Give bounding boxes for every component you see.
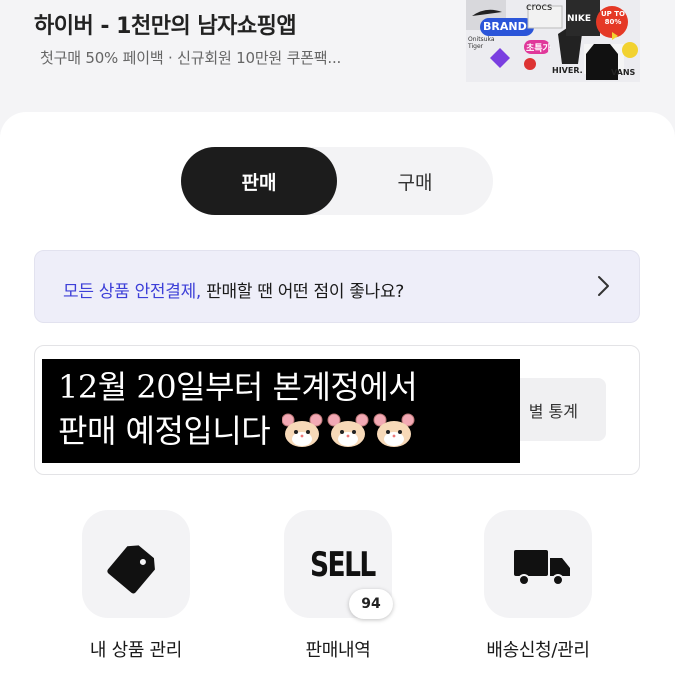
tab-sell[interactable]: 판매 — [181, 147, 337, 215]
my-products-tile[interactable] — [82, 510, 190, 618]
caption-overlay: 12월 20일부터 본계정에서 판매 예정입니다 — [42, 359, 520, 463]
info-question-text: 판매할 땐 어떤 점이 좋나요? — [201, 282, 405, 302]
shipping-tile[interactable] — [484, 510, 592, 618]
safe-payment-info-banner[interactable]: 모든 상품 안전결제, 판매할 땐 어떤 점이 좋나요? — [34, 250, 640, 323]
banner-hiver-text: HIVER. — [552, 66, 583, 75]
truck-icon — [514, 550, 570, 586]
info-banner-text: 모든 상품 안전결제, 판매할 땐 어떤 점이 좋나요? — [63, 277, 404, 302]
ad-title[interactable]: 하이버 - 1천만의 남자쇼핑앱 — [34, 8, 297, 40]
banner-brand-text: BRAND — [483, 20, 527, 33]
caption-line-2: 판매 예정입니다 — [58, 412, 271, 450]
chevron-right-icon — [598, 276, 609, 296]
banner-onitsuka-text: Onitsuka Tiger — [468, 36, 495, 50]
banner-crocs-text: crocs — [526, 2, 553, 13]
caption-line-1: 12월 20일부터 본계정에서 — [58, 368, 418, 406]
hamster-emoji-icon — [281, 413, 415, 447]
banner-nike-text: NIKE — [567, 14, 592, 24]
ad-header[interactable]: 하이버 - 1천만의 남자쇼핑앱 첫구매 50% 페이백 · 신규회원 10만원… — [0, 0, 675, 100]
ad-subtitle: 첫구매 50% 페이백 · 신규회원 10만원 쿠폰팩... — [40, 49, 342, 67]
tab-buy[interactable]: 구매 — [337, 147, 493, 215]
caption-line-2-wrap: 판매 예정입니다 — [58, 409, 520, 453]
banner-vans-text: VANS — [611, 68, 636, 77]
info-highlight-text: 모든 상품 안전결제, — [63, 282, 202, 302]
shipping-label[interactable]: 배송신청/관리 — [458, 636, 618, 662]
tag-icon — [107, 545, 155, 594]
banner-special-text: 초특가 — [526, 44, 551, 54]
ad-banner-image[interactable]: BRAND crocs NIKE UP TO 80% 초특가 Onitsuka … — [466, 0, 640, 82]
sell-text-icon: SELL — [310, 545, 376, 585]
sales-count-badge: 94 — [349, 589, 393, 619]
my-products-label[interactable]: 내 상품 관리 — [56, 636, 216, 662]
sales-history-label[interactable]: 판매내역 — [258, 636, 418, 662]
banner-sale-text: UP TO 80% — [601, 10, 625, 26]
